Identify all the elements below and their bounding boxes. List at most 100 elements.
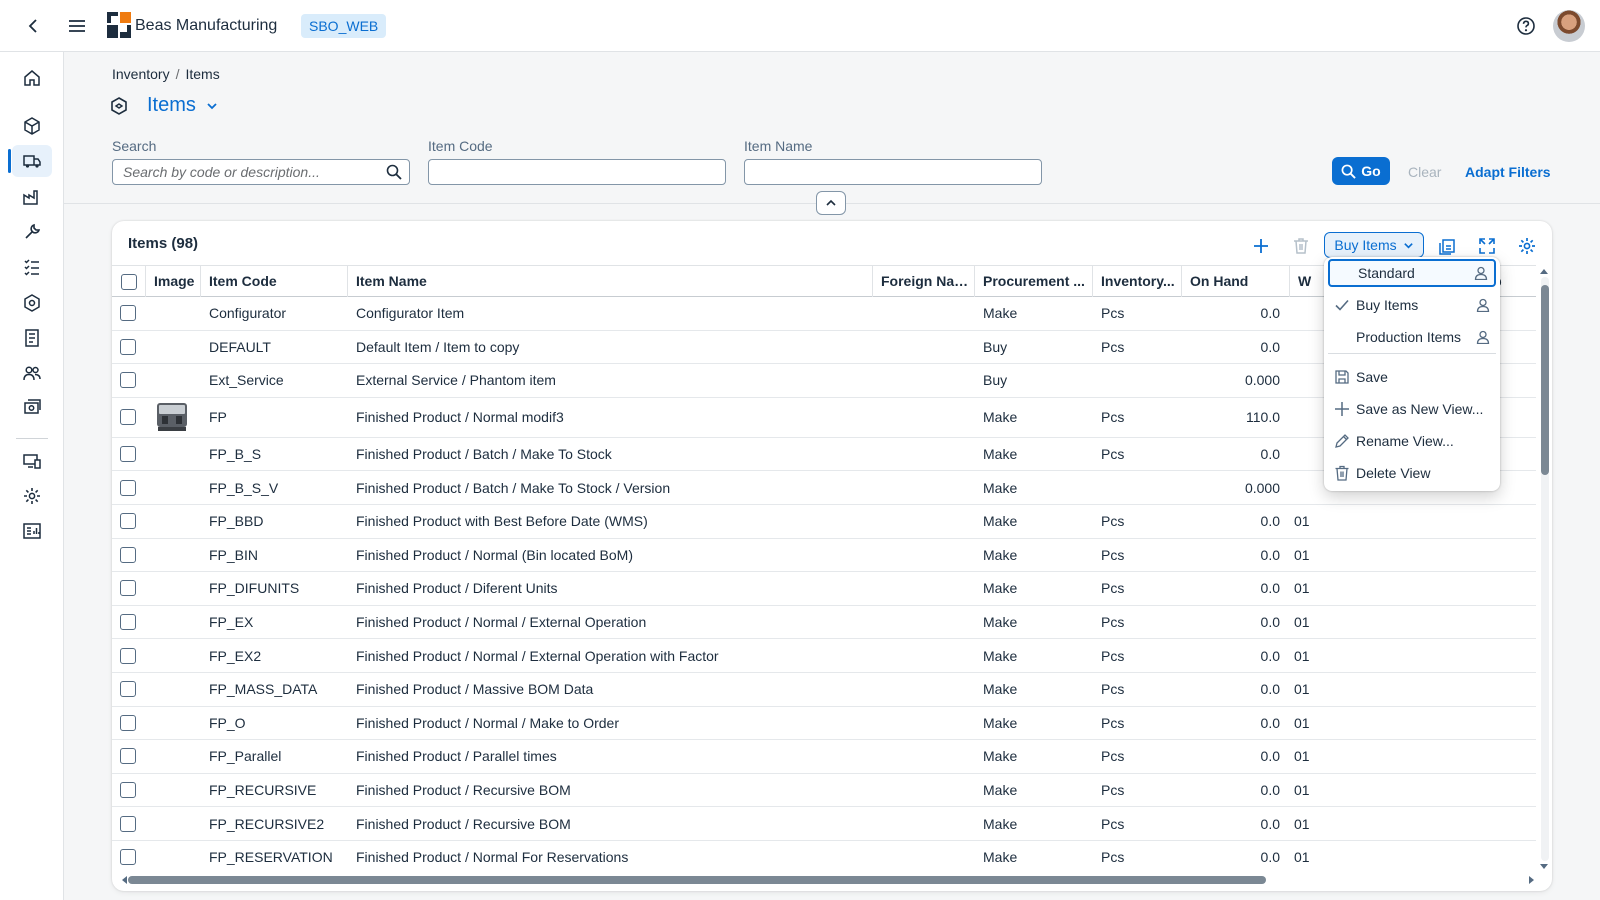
table-row[interactable]: FP_Parallel Finished Product / Parallel t… xyxy=(112,740,1536,774)
nav-production[interactable] xyxy=(12,181,52,213)
item-code-input[interactable] xyxy=(428,159,726,185)
column-item-name[interactable]: Item Name xyxy=(348,266,873,297)
fullscreen-button[interactable] xyxy=(1474,233,1500,259)
table-row[interactable]: FP Finished Product / Normal modif3 Make Pc… xyxy=(112,398,1536,438)
column-procurement[interactable]: Procurement ... xyxy=(975,266,1093,297)
page-title[interactable]: Items xyxy=(147,94,196,117)
image-cell xyxy=(146,331,201,364)
nav-partners[interactable] xyxy=(12,357,52,389)
table-row[interactable]: FP_DIFUNITS Finished Product / Diferent U… xyxy=(112,572,1536,606)
table-row[interactable]: DEFAULT Default Item / Item to copy Buy Pcs… xyxy=(112,331,1536,365)
row-checkbox[interactable] xyxy=(120,815,136,832)
scroll-up-icon[interactable] xyxy=(1539,267,1549,275)
table-row[interactable]: FP_MASS_DATA Finished Product / Massive B… xyxy=(112,673,1536,707)
nav-tools[interactable] xyxy=(12,216,52,248)
menu-icon[interactable] xyxy=(66,15,88,37)
column-item-code[interactable]: Item Code xyxy=(201,266,348,297)
nav-finance[interactable] xyxy=(12,392,52,424)
user-avatar[interactable] xyxy=(1553,10,1585,42)
export-button[interactable] xyxy=(1434,233,1460,259)
menu-item-production-items[interactable]: Production Items xyxy=(1328,323,1496,351)
table-row[interactable]: FP_B_S Finished Product / Batch / Make To… xyxy=(112,438,1536,472)
row-checkbox[interactable] xyxy=(120,681,136,698)
table-row[interactable]: Configurator Configurator Item Make Pcs 0.0 xyxy=(112,297,1536,331)
menu-item-save[interactable]: Save xyxy=(1328,363,1496,391)
nav-home[interactable] xyxy=(12,62,52,94)
row-checkbox[interactable] xyxy=(120,546,136,563)
menu-item-save-as[interactable]: Save as New View... xyxy=(1328,395,1496,423)
row-checkbox[interactable] xyxy=(120,409,136,426)
scroll-right-icon[interactable] xyxy=(1528,875,1536,885)
nav-inventory[interactable] xyxy=(8,145,52,177)
row-checkbox[interactable] xyxy=(120,782,136,799)
menu-item-rename[interactable]: Rename View... xyxy=(1328,427,1496,455)
column-foreign-name[interactable]: Foreign Name xyxy=(873,266,975,297)
hexagon-icon xyxy=(24,294,40,312)
scroll-thumb[interactable] xyxy=(1541,285,1549,475)
column-image[interactable]: Image xyxy=(146,266,201,297)
table-row[interactable]: FP_B_S_V Finished Product / Batch / Make … xyxy=(112,471,1536,505)
row-checkbox[interactable] xyxy=(120,513,136,530)
nav-reports[interactable] xyxy=(12,515,52,547)
delete-button[interactable] xyxy=(1288,233,1314,259)
row-checkbox[interactable] xyxy=(120,580,136,597)
select-all-checkbox[interactable] xyxy=(121,273,137,290)
vertical-scrollbar[interactable] xyxy=(1538,265,1550,873)
table-header: Image Item Code Item Name Foreign Name P… xyxy=(112,265,1536,297)
table-row[interactable]: FP_RECURSIVE2 Finished Product / Recursiv… xyxy=(112,807,1536,841)
table-row[interactable]: FP_EX2 Finished Product / Normal / Extern… xyxy=(112,639,1536,673)
item-code-cell: FP_MASS_DATA xyxy=(209,681,318,698)
search-input[interactable] xyxy=(112,159,410,185)
search-icon[interactable] xyxy=(386,164,402,180)
row-checkbox[interactable] xyxy=(120,305,136,322)
menu-item-buy-items[interactable]: Buy Items xyxy=(1328,291,1496,319)
menu-item-delete-view[interactable]: Delete View xyxy=(1328,459,1496,487)
table-settings-button[interactable] xyxy=(1514,233,1540,259)
nav-products[interactable] xyxy=(12,287,52,319)
horizontal-scrollbar[interactable] xyxy=(120,873,1536,885)
go-button[interactable]: Go xyxy=(1332,157,1390,185)
item-name-input[interactable] xyxy=(744,159,1042,185)
table-row[interactable]: FP_BBD Finished Product with Best Before … xyxy=(112,505,1536,539)
row-checkbox[interactable] xyxy=(120,446,136,463)
row-checkbox[interactable] xyxy=(120,614,136,631)
variant-select-button[interactable]: Buy Items xyxy=(1324,232,1424,258)
nav-cube[interactable] xyxy=(12,110,52,142)
item-code-cell: FP_RECURSIVE2 xyxy=(209,815,325,832)
create-button[interactable] xyxy=(1248,233,1274,259)
clear-button[interactable]: Clear xyxy=(1408,164,1441,180)
help-icon[interactable] xyxy=(1516,16,1536,36)
row-checkbox[interactable] xyxy=(120,748,136,765)
row-checkbox[interactable] xyxy=(120,372,136,389)
chevron-down-icon[interactable] xyxy=(206,100,218,112)
app-brand[interactable]: Beas Manufacturing xyxy=(135,17,277,35)
row-checkbox[interactable] xyxy=(120,849,136,866)
nav-settings[interactable] xyxy=(12,480,52,512)
row-checkbox[interactable] xyxy=(120,714,136,731)
row-checkbox[interactable] xyxy=(120,479,136,496)
table-row[interactable]: Ext_Service External Service / Phantom it… xyxy=(112,364,1536,398)
column-on-hand[interactable]: On Hand xyxy=(1182,266,1290,297)
table-row[interactable]: FP_RECURSIVE Finished Product / Recursive… xyxy=(112,774,1536,808)
menu-item-standard[interactable]: Standard xyxy=(1328,259,1496,287)
report-icon xyxy=(23,523,41,539)
table-row[interactable]: FP_RESERVATION Finished Product / Normal … xyxy=(112,841,1536,873)
nav-devices[interactable] xyxy=(12,445,52,477)
breadcrumb-inventory[interactable]: Inventory xyxy=(112,66,170,82)
company-logo xyxy=(107,12,131,38)
table-row[interactable]: FP_BIN Finished Product / Normal (Bin loc… xyxy=(112,539,1536,573)
nav-documents[interactable] xyxy=(12,322,52,354)
adapt-filters-button[interactable]: Adapt Filters xyxy=(1465,164,1551,180)
table-row[interactable]: FP_EX Finished Product / Normal / Externa… xyxy=(112,606,1536,640)
nav-tasks[interactable] xyxy=(12,251,52,283)
product-thumbnail[interactable] xyxy=(154,400,190,434)
collapse-header-button[interactable] xyxy=(816,191,846,215)
table-row[interactable]: FP_O Finished Product / Normal / Make to … xyxy=(112,707,1536,741)
back-icon[interactable] xyxy=(24,16,44,36)
scroll-thumb[interactable] xyxy=(128,876,1266,884)
column-inventory[interactable]: Inventory... xyxy=(1093,266,1182,297)
scroll-down-icon[interactable] xyxy=(1539,863,1549,871)
scroll-left-icon[interactable] xyxy=(120,875,128,885)
row-checkbox[interactable] xyxy=(120,647,136,664)
row-checkbox[interactable] xyxy=(120,338,136,355)
